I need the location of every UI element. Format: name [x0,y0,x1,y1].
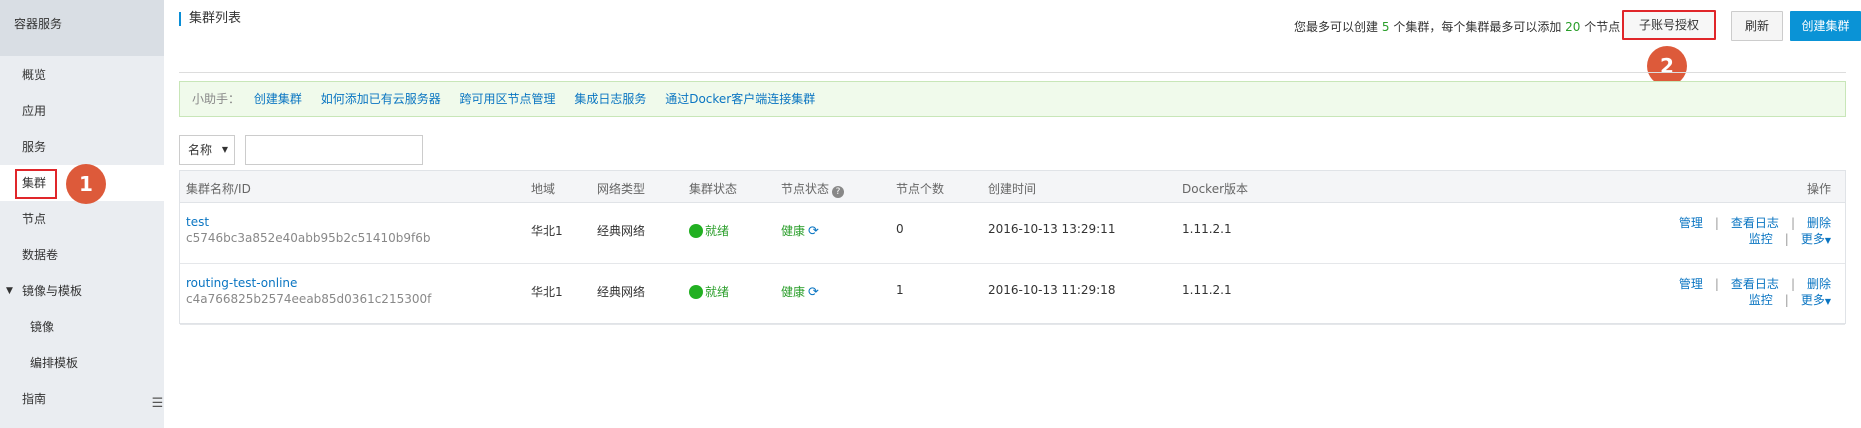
caret-down-icon: ▼ [221,145,228,154]
manage-link[interactable]: 管理 [1679,216,1703,230]
cluster-region: 华北1 [531,224,563,238]
sidebar-title: 容器服务 [0,0,164,56]
cluster-status: 就绪 [689,283,729,300]
sidebar-item-templates[interactable]: 编排模板 [0,345,164,381]
row-actions-line1: 管理 | 查看日志 | 删除 [1678,277,1831,291]
header-divider [179,72,1846,73]
row-actions-line1: 管理 | 查看日志 | 删除 [1678,216,1831,230]
cluster-id: c5746bc3a852e40abb95b2c51410b9f6b [186,231,431,245]
helper-link-docker-client[interactable]: 通过Docker客户端连接集群 [665,92,815,106]
col-name: 集群名称/ID [186,182,251,196]
view-logs-link[interactable]: 查看日志 [1731,277,1779,291]
filter-field-select[interactable]: 名称 ▼ [179,135,235,165]
row-actions-line2: 监控 | 更多▼ [1748,232,1831,246]
row-actions-line2: 监控 | 更多▼ [1748,293,1831,307]
cluster-network: 经典网络 [597,224,646,238]
sidebar-item-nodes[interactable]: 节点 [0,201,164,237]
node-status: 健康 ⟳ [781,285,819,300]
col-node-count: 节点个数 [896,182,945,196]
node-count: 1 [896,283,904,297]
max-nodes: 20 [1565,20,1581,34]
helper-link-cross-zone-nodes[interactable]: 跨可用区节点管理 [460,92,556,106]
table-row: routing-test-online c4a766825b2574eeab85… [180,265,1845,325]
refresh-icon[interactable]: ⟳ [808,285,819,300]
monitor-link[interactable]: 监控 [1749,232,1773,246]
more-dropdown[interactable]: 更多▼ [1801,293,1831,307]
table-header: 集群名称/ID 地域 网络类型 集群状态 节点状态? 节点个数 创建时间 Doc… [180,171,1845,203]
cluster-table: 集群名称/ID 地域 网络类型 集群状态 节点状态? 节点个数 创建时间 Doc… [179,170,1846,325]
sidebar-item-images[interactable]: 镜像 [0,309,164,345]
status-ok-icon [689,224,703,238]
step-badge-1: 1 [66,164,106,204]
col-actions: 操作 [1806,182,1831,196]
created-time: 2016-10-13 11:29:18 [988,283,1116,297]
help-icon[interactable]: ? [832,186,845,198]
caret-down-icon: ▼ [1824,297,1831,306]
cluster-network: 经典网络 [597,285,646,299]
helper-link-log-service[interactable]: 集成日志服务 [574,92,646,106]
col-created: 创建时间 [988,182,1037,196]
step-badge-2: 2 [1647,46,1687,86]
node-count: 0 [896,222,904,236]
sidebar-item-guide[interactable]: 指南 [0,381,164,417]
docker-version: 1.11.2.1 [1182,283,1232,297]
node-status: 健康 ⟳ [781,224,819,239]
sidebar: 容器服务 概览 应用 服务 集群 节点 数据卷 ▼ 镜像与模板 镜像 编排模板 … [0,0,164,428]
search-input[interactable] [245,135,423,165]
docker-version: 1.11.2.1 [1182,222,1232,236]
sidebar-item-volumes[interactable]: 数据卷 [0,237,164,273]
monitor-link[interactable]: 监控 [1749,293,1773,307]
cluster-name-link[interactable]: routing-test-online [186,276,297,290]
col-region: 地域 [531,182,556,196]
helper-link-create-cluster[interactable]: 创建集群 [254,92,302,106]
status-ok-icon [689,285,703,299]
col-node-status: 节点状态? [781,180,845,198]
sidebar-group-images-templates[interactable]: ▼ 镜像与模板 [0,273,164,309]
table-row: test c5746bc3a852e40abb95b2c51410b9f6b 华… [180,204,1845,264]
sidebar-item-services[interactable]: 服务 [0,129,164,165]
sidebar-item-overview[interactable]: 概览 [0,57,164,93]
create-cluster-button[interactable]: 创建集群 [1790,11,1861,41]
cluster-id: c4a766825b2574eeab85d0361c215300f [186,292,432,306]
col-docker-version: Docker版本 [1182,182,1249,196]
col-cluster-status: 集群状态 [689,182,738,196]
helper-link-add-existing-ecs[interactable]: 如何添加已有云服务器 [321,92,441,106]
sub-account-auth-button[interactable]: 子账号授权 [1622,10,1716,40]
refresh-icon[interactable]: ⟳ [808,224,819,239]
max-clusters: 5 [1381,20,1390,34]
helper-label: 小助手： [192,92,241,106]
caret-down-icon: ▼ [6,286,13,296]
refresh-button[interactable]: 刷新 [1731,11,1783,41]
sidebar-item-apps[interactable]: 应用 [0,93,164,129]
helper-bar: 小助手： 创建集群 如何添加已有云服务器 跨可用区节点管理 集成日志服务 通过D… [179,81,1846,117]
cluster-name-link[interactable]: test [186,215,209,229]
col-network: 网络类型 [597,182,646,196]
cluster-region: 华北1 [531,285,563,299]
delete-link[interactable]: 删除 [1807,216,1831,230]
manage-link[interactable]: 管理 [1679,277,1703,291]
page-title: 集群列表 [179,12,241,26]
highlight-box-clusters [15,169,57,199]
view-logs-link[interactable]: 查看日志 [1731,216,1779,230]
more-dropdown[interactable]: 更多▼ [1801,232,1831,246]
sidebar-collapse-icon[interactable]: ☰ [151,394,164,414]
delete-link[interactable]: 删除 [1807,277,1831,291]
caret-down-icon: ▼ [1824,236,1831,245]
main-content: 集群列表 您最多可以创建 5 个集群，每个集群最多可以添加 20 个节点 子账号… [164,0,1861,428]
cluster-status: 就绪 [689,222,729,239]
created-time: 2016-10-13 13:29:11 [988,222,1116,236]
